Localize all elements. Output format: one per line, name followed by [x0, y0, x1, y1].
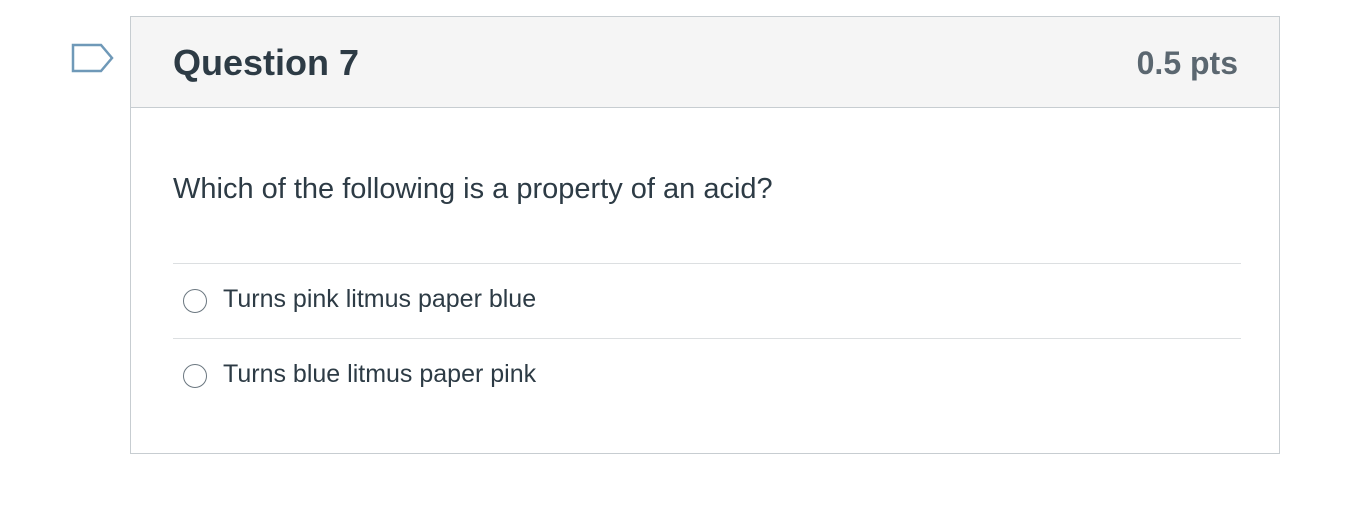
question-text: Which of the following is a property of …	[173, 173, 773, 205]
answer-option[interactable]: Turns blue litmus paper pink	[173, 338, 1241, 413]
flag-question-icon[interactable]	[71, 43, 115, 77]
question-points: 0.5 pts	[1136, 45, 1238, 81]
question-card: Question 7 0.5 pts Which of the followin…	[130, 16, 1280, 454]
answer-list: Turns pink litmus paper blue Turns blue …	[173, 263, 1241, 413]
answer-option[interactable]: Turns pink litmus paper blue	[173, 263, 1241, 338]
answer-label[interactable]: Turns blue litmus paper pink	[223, 358, 536, 390]
question-title: Question 7	[173, 42, 360, 83]
question-header: Question 7 0.5 pts	[131, 17, 1279, 108]
radio-button[interactable]	[183, 289, 207, 313]
answer-label[interactable]: Turns pink litmus paper blue	[223, 283, 536, 315]
radio-button[interactable]	[183, 364, 207, 388]
